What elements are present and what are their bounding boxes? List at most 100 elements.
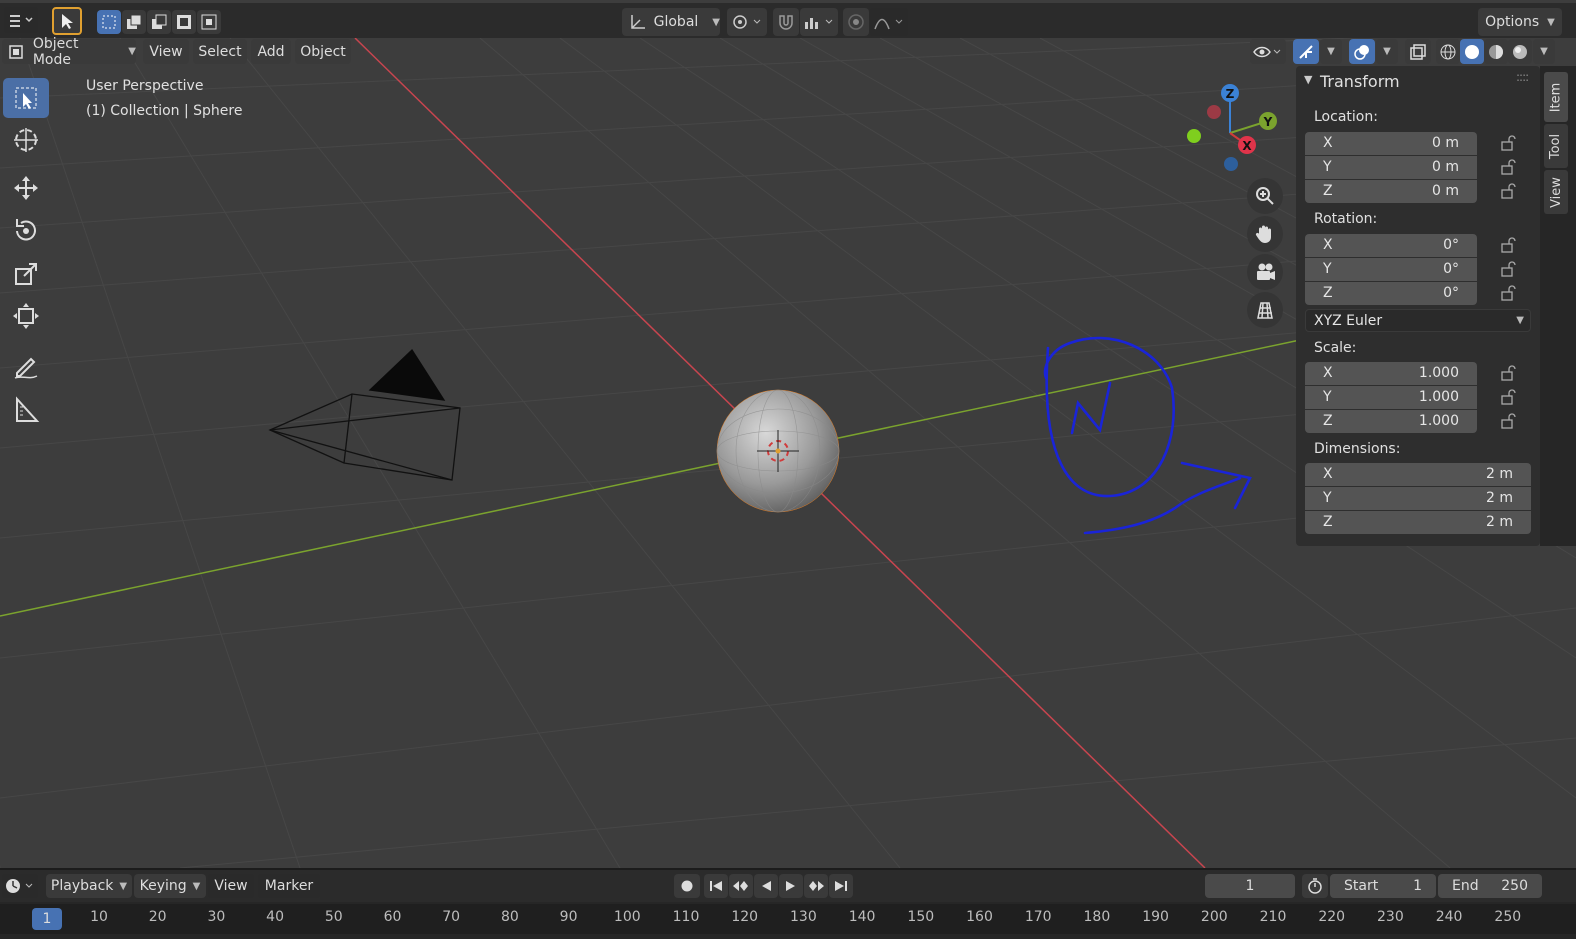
ortho-toggle-button[interactable]: [1247, 292, 1283, 328]
prev-keyframe-button[interactable]: [729, 874, 753, 898]
select-invert-button[interactable]: [172, 10, 196, 34]
select-intersect-button[interactable]: [197, 10, 221, 34]
shading-rendered[interactable]: [1508, 39, 1532, 64]
editor-type-button[interactable]: [4, 7, 38, 33]
xray-toggle[interactable]: [1405, 39, 1431, 64]
location-y-field[interactable]: Y 0 m: [1305, 156, 1477, 179]
visibility-dropdown[interactable]: [1250, 39, 1286, 64]
next-keyframe-button[interactable]: [804, 874, 828, 898]
timeline-view-menu[interactable]: View: [208, 874, 254, 898]
start-frame-field[interactable]: Start 1: [1330, 874, 1436, 898]
menu-add[interactable]: Add: [251, 39, 291, 64]
tool-transform[interactable]: [3, 296, 49, 336]
dimensions-y-field[interactable]: Y 2 m: [1305, 487, 1531, 510]
timeline-editor-type[interactable]: [2, 874, 38, 898]
tab-tool-label: Tool: [1548, 133, 1564, 159]
end-frame-field[interactable]: End 250: [1438, 874, 1542, 898]
record-button[interactable]: [674, 874, 700, 898]
scale-x-field[interactable]: X 1.000: [1305, 362, 1477, 385]
select-tool-button[interactable]: [52, 7, 82, 35]
scale-y-field[interactable]: Y 1.000: [1305, 386, 1477, 409]
mode-dropdown[interactable]: Object Mode ▼: [2, 36, 136, 68]
solid-sphere-icon: [1465, 44, 1479, 59]
shading-wireframe[interactable]: [1436, 39, 1460, 64]
top-header: Global ▼ Options ▼: [0, 0, 1576, 38]
gizmo-toggle[interactable]: [1293, 39, 1319, 64]
shading-dropdown[interactable]: ▼: [1533, 39, 1555, 64]
location-x-field[interactable]: X 0 m: [1305, 132, 1477, 155]
camera-view-button[interactable]: [1247, 254, 1283, 290]
playback-menu[interactable]: Playback ▼: [46, 874, 132, 898]
menu-view[interactable]: View: [143, 39, 189, 64]
lock-icon[interactable]: [1500, 183, 1518, 199]
tool-measure[interactable]: [3, 390, 49, 430]
lock-icon[interactable]: [1500, 285, 1518, 301]
select-extend-button[interactable]: [122, 10, 146, 34]
rotation-mode-dropdown[interactable]: XYZ Euler ▼: [1305, 309, 1531, 332]
field-value: 0 m: [1432, 183, 1459, 199]
dimensions-z-field[interactable]: Z 2 m: [1305, 511, 1531, 534]
chevron-down-icon: ▼: [1540, 46, 1548, 57]
play-button[interactable]: [779, 874, 803, 898]
tab-tool[interactable]: Tool: [1544, 124, 1568, 168]
drag-handle-icon[interactable]: ::::: [1516, 70, 1529, 84]
field-value: 0°: [1443, 285, 1459, 301]
play-reverse-button[interactable]: [754, 874, 778, 898]
panel-title[interactable]: Transform: [1320, 72, 1400, 91]
lock-icon[interactable]: [1500, 135, 1518, 151]
chevron-down-icon: ▼: [712, 16, 720, 28]
camera-object[interactable]: [268, 348, 461, 481]
jump-start-button[interactable]: [704, 874, 728, 898]
orientation-dropdown[interactable]: Global ▼: [622, 8, 720, 36]
scale-z-field[interactable]: Z 1.000: [1305, 410, 1477, 433]
keying-menu[interactable]: Keying ▼: [134, 874, 206, 898]
eye-icon: [1253, 46, 1281, 57]
preview-range-toggle[interactable]: [1302, 874, 1328, 898]
navigation-gizmo[interactable]: Z Y X: [1180, 78, 1290, 178]
rotation-x-field[interactable]: X 0°: [1305, 234, 1477, 257]
tab-view[interactable]: View: [1544, 170, 1568, 214]
menu-select[interactable]: Select: [193, 39, 247, 64]
overlays-dropdown[interactable]: ▼: [1376, 39, 1398, 64]
snap-toggle[interactable]: [773, 8, 799, 36]
shading-solid[interactable]: [1460, 39, 1484, 64]
zoom-button[interactable]: [1247, 178, 1283, 214]
proportional-edit-toggle[interactable]: [843, 8, 869, 36]
tool-annotate[interactable]: [3, 346, 49, 386]
ruler-tick-label: 130: [790, 909, 817, 925]
lock-icon[interactable]: [1500, 365, 1518, 381]
tool-select-box[interactable]: [3, 78, 49, 118]
dimensions-x-field[interactable]: X 2 m: [1305, 463, 1531, 486]
falloff-dropdown[interactable]: [870, 8, 908, 36]
shading-material[interactable]: [1484, 39, 1508, 64]
snap-target-dropdown[interactable]: [800, 8, 838, 36]
pivot-dropdown[interactable]: [727, 8, 767, 36]
collapse-triangle-icon[interactable]: ▼: [1304, 73, 1312, 86]
tool-rotate[interactable]: [3, 210, 49, 250]
pan-button[interactable]: [1247, 216, 1283, 252]
tool-cursor[interactable]: [3, 120, 49, 160]
location-z-field[interactable]: Z 0 m: [1305, 180, 1477, 203]
tab-item[interactable]: Item: [1544, 72, 1568, 122]
menu-object[interactable]: Object: [295, 39, 351, 64]
field-value: 0 m: [1432, 135, 1459, 151]
options-dropdown[interactable]: Options ▼: [1478, 8, 1562, 36]
select-subtract-button[interactable]: [147, 10, 171, 34]
overlays-toggle[interactable]: [1349, 39, 1375, 64]
lock-icon[interactable]: [1500, 237, 1518, 253]
tool-scale[interactable]: [3, 254, 49, 294]
rotation-y-field[interactable]: Y 0°: [1305, 258, 1477, 281]
tool-move[interactable]: [3, 168, 49, 208]
gizmo-dropdown[interactable]: ▼: [1320, 39, 1342, 64]
current-frame-field[interactable]: 1: [1205, 874, 1295, 898]
playhead[interactable]: 1: [32, 908, 62, 930]
rotation-z-field[interactable]: Z 0°: [1305, 282, 1477, 305]
select-new-button[interactable]: [97, 10, 121, 34]
lock-icon[interactable]: [1500, 159, 1518, 175]
lock-icon[interactable]: [1500, 413, 1518, 429]
frame-ruler[interactable]: 1 10 20 30 40 50 60 70 80 90 100 110 120 130 140 150 16…: [0, 904, 1576, 934]
lock-icon[interactable]: [1500, 389, 1518, 405]
lock-icon[interactable]: [1500, 261, 1518, 277]
jump-end-button[interactable]: [829, 874, 853, 898]
marker-menu[interactable]: Marker: [258, 874, 320, 898]
